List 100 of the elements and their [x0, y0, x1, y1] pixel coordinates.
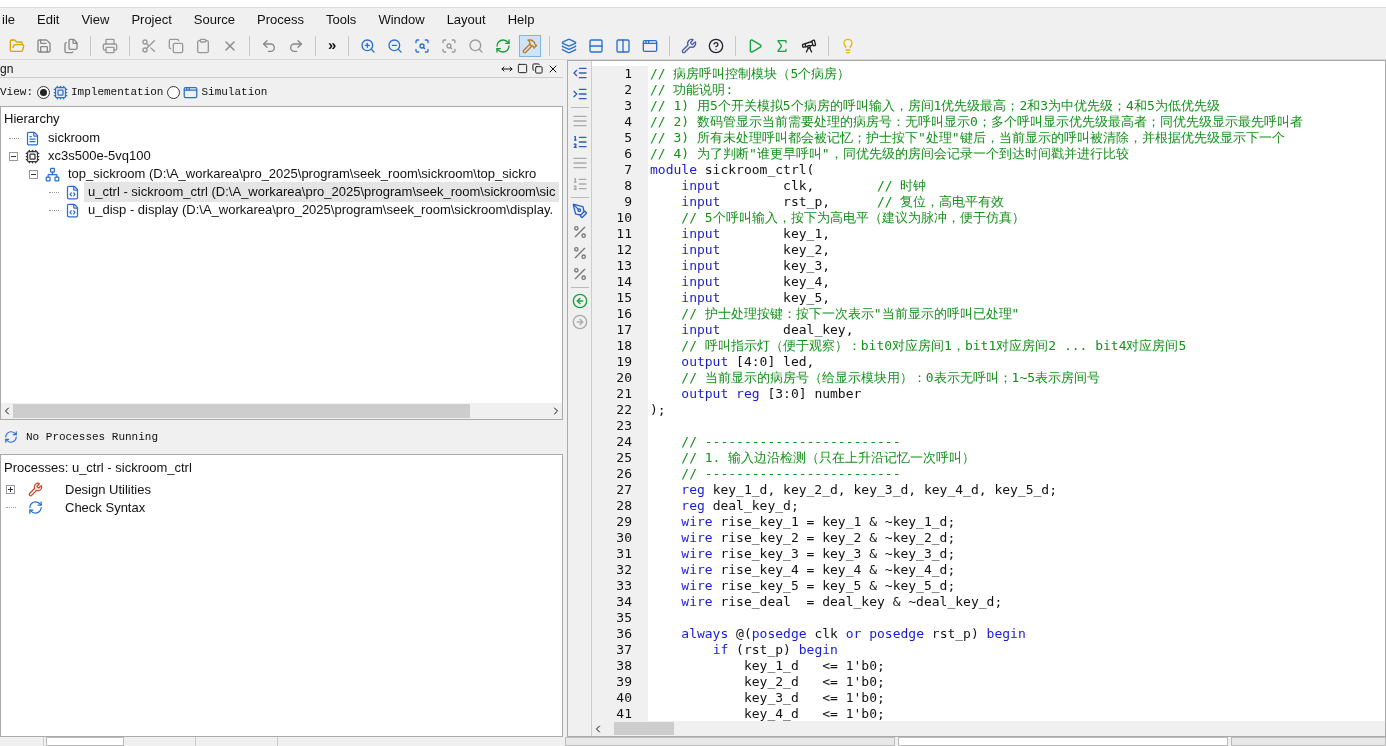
- zoom-out-icon: [387, 37, 404, 54]
- numbered-list-icon[interactable]: [571, 134, 588, 150]
- task-entry[interactable]: Design Utilities: [65, 479, 151, 500]
- code-keyword: begin: [798, 642, 838, 657]
- tab[interactable]: [46, 737, 124, 746]
- line-number: 16: [616, 306, 632, 322]
- line-number: 17: [616, 322, 632, 338]
- tree-item[interactable]: u_ctrl - sickroom_ctrl (D:\A_workarea\pro_2025\program\seek_room\sickroom\sic: [84, 182, 560, 202]
- line-number: 12: [616, 242, 632, 258]
- code-comment: // 4) 为了判断"谁更早呼叫"，同优先级的房间会记录一个到达时间戳并进行比较: [650, 146, 1129, 161]
- code-keyword: wire: [681, 562, 713, 577]
- indent-icon[interactable]: [571, 86, 588, 102]
- code-text: key_3,: [783, 258, 831, 273]
- hammer-button[interactable]: [519, 34, 542, 57]
- radio-button[interactable]: [37, 85, 50, 99]
- percent-icon[interactable]: [571, 224, 588, 240]
- collapse-toggle[interactable]: [29, 169, 38, 179]
- line-number: 35: [616, 610, 632, 626]
- code-comment: // -------------------------: [681, 434, 901, 449]
- menu-item[interactable]: Project: [129, 10, 174, 30]
- zoom-in-icon: [360, 37, 377, 54]
- scrollbar-thumb[interactable]: [13, 404, 470, 418]
- chip-icon: [25, 148, 40, 164]
- tab[interactable]: [1231, 737, 1386, 746]
- code-text: rst_p): [931, 626, 979, 641]
- telescope-icon: [801, 37, 818, 54]
- code-comment: // 功能说明:: [650, 82, 734, 97]
- code-text: key_1,: [783, 226, 831, 241]
- maximize-icon[interactable]: [517, 63, 528, 74]
- code-text: rise_key_5 = key_5 & ~key_5_d;: [720, 578, 956, 593]
- copy-icon: [168, 37, 184, 54]
- tree-item[interactable]: u_disp - display (D:\A_workarea\pro_2025\program\seek_room\sickroom\display.: [84, 200, 558, 220]
- code-text: deal_key_d;: [712, 498, 799, 513]
- overflow-button[interactable]: »: [324, 34, 341, 57]
- code-comment: // 1. 输入边沿检测（只在上升沿记忆一次呼叫）: [681, 450, 976, 465]
- code-keyword: input: [681, 242, 721, 257]
- code-text: key_2_d <= 1'b0;: [743, 674, 885, 689]
- code-text: );: [650, 402, 666, 417]
- code-comment: // 2) 数码管显示当前需要处理的病房号：无呼叫显示0；多个呼叫显示优先级最高者；同优先级显示最先呼叫者: [650, 114, 1303, 129]
- redo-icon: [288, 37, 304, 54]
- horizontal-scrollbar[interactable]: [592, 721, 1385, 736]
- code-keyword: output: [681, 354, 729, 369]
- undo-icon: [261, 37, 277, 54]
- line-number: 32: [616, 562, 632, 578]
- line-number: 3: [624, 98, 632, 114]
- tree-item[interactable]: top_sickroom (D:\A_workarea\pro_2025\program\seek_room\sickroom\top_sickro: [64, 164, 541, 184]
- code-text: [3:0] number: [767, 386, 862, 401]
- line-number: 36: [616, 626, 632, 642]
- printer-icon: [102, 37, 118, 54]
- code-keyword: input: [681, 290, 721, 305]
- processes-title: Processes: u_ctrl - sickroom_ctrl: [3, 459, 193, 477]
- code-keyword: input: [681, 274, 721, 289]
- verilog-file-icon: [65, 184, 80, 200]
- restore-icon[interactable]: [532, 63, 543, 74]
- hierarchy-title: Hierarchy: [3, 110, 61, 128]
- code-comment: // -------------------------: [681, 466, 901, 481]
- hammer-icon: [522, 37, 539, 54]
- menu-item[interactable]: View: [79, 10, 112, 30]
- line-number: 31: [616, 546, 632, 562]
- code-keyword: reg: [736, 386, 760, 401]
- zoom-full-icon: [441, 37, 458, 54]
- outdent-icon[interactable]: [571, 65, 588, 81]
- folder-icon: [9, 37, 25, 54]
- expand-toggle[interactable]: [6, 485, 15, 494]
- horizontal-scrollbar[interactable]: [1, 403, 562, 419]
- code-keyword: input: [681, 178, 721, 193]
- menu-item[interactable]: ile: [0, 10, 17, 30]
- percent-icon[interactable]: [571, 266, 588, 282]
- menu-item[interactable]: Window: [376, 10, 427, 30]
- menu-item[interactable]: Help: [505, 10, 537, 30]
- back-icon[interactable]: [571, 293, 588, 309]
- code-keyword: or: [845, 626, 862, 641]
- code-text: rise_key_3 = key_3 & ~key_3_d;: [720, 546, 956, 561]
- code-comment: // 3) 所有未处理呼叫都会被记忆；护士按下"处理"键后，当前显示的呼叫被清除，并根据优先级显示下一个: [650, 130, 1285, 145]
- menu-item[interactable]: Source: [191, 10, 238, 30]
- menu-item[interactable]: Tools: [324, 10, 359, 30]
- code-comment: // 1) 用5个开关模拟5个病房的呼叫输入，房间1优先级最高；2和3为中优先级；4和5为低优先级: [650, 98, 1220, 113]
- line-number: 24: [616, 434, 632, 450]
- task-entry[interactable]: Check Syntax: [65, 497, 146, 518]
- menu-item[interactable]: Process: [255, 10, 306, 30]
- scrollbar-thumb[interactable]: [614, 722, 674, 735]
- percent-icon[interactable]: [571, 245, 588, 261]
- tree-item[interactable]: sickroom: [44, 129, 104, 148]
- radio-label[interactable]: Simulation: [201, 83, 268, 101]
- tab[interactable]: [565, 737, 895, 746]
- cascade-windows-icon: [561, 37, 578, 54]
- menu-item[interactable]: Edit: [35, 10, 62, 30]
- pen-icon[interactable]: [571, 203, 588, 219]
- menu-item[interactable]: Layout: [444, 10, 488, 30]
- tab[interactable]: [898, 737, 1228, 746]
- tree-item[interactable]: xc3s500e-5vq100: [44, 146, 155, 166]
- line-number: 4: [624, 114, 632, 130]
- code-keyword: wire: [681, 578, 713, 593]
- collapse-toggle[interactable]: [9, 151, 18, 161]
- code-text: rise_key_4 = key_4 & ~key_4_d;: [720, 562, 956, 577]
- radio-label[interactable]: Implementation: [71, 83, 164, 101]
- code-keyword: module: [650, 162, 697, 177]
- line-number: 13: [616, 258, 632, 274]
- line-number: 25: [616, 450, 632, 466]
- radio-button[interactable]: [167, 85, 181, 99]
